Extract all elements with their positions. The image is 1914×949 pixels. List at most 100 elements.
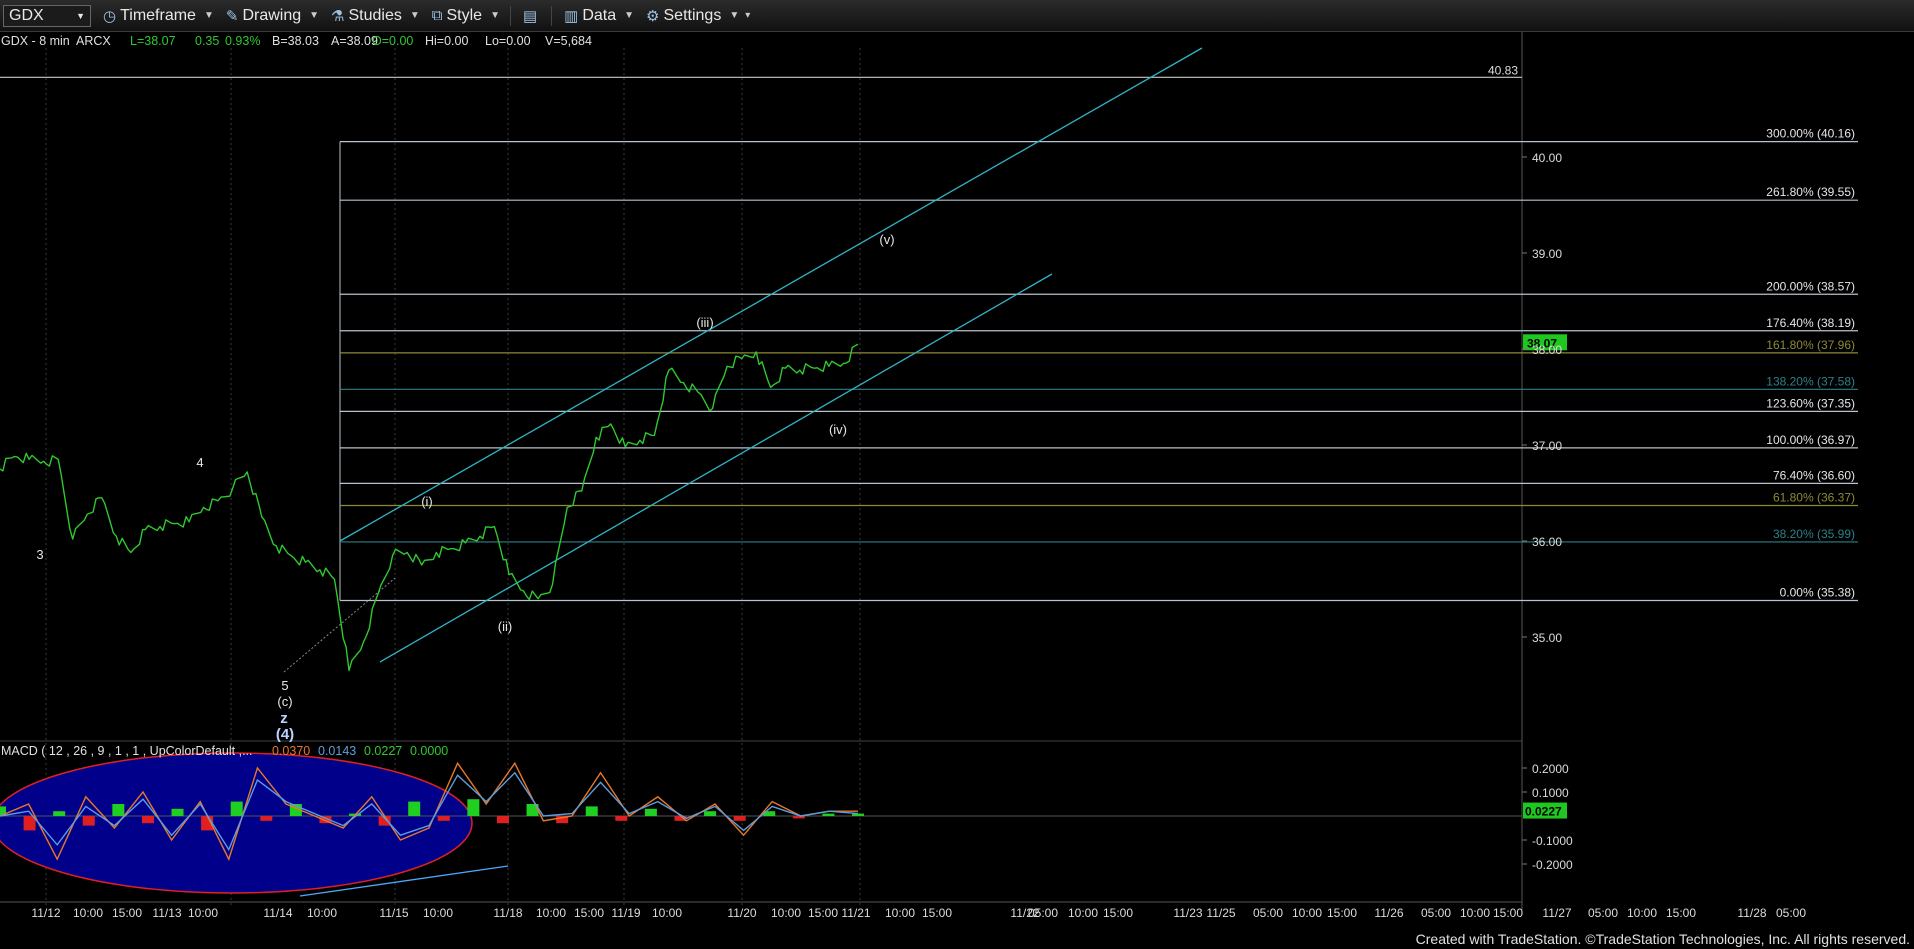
layout-button[interactable]: ▤ <box>523 7 541 25</box>
wave-label: (c) <box>277 694 292 709</box>
wave-label: 3 <box>36 547 43 562</box>
wave-label: 5 <box>281 678 288 693</box>
price-axis-label: 39.00 <box>1532 247 1562 261</box>
fib-label: 161.80% (37.96) <box>1766 338 1855 352</box>
price-axis-label: 38.00 <box>1532 343 1562 357</box>
time-axis-label: 10:00 <box>307 906 337 920</box>
divergence-ellipse <box>0 752 473 894</box>
wave-label: (ii) <box>498 619 512 634</box>
chevron-down-icon: ▼ <box>729 10 740 21</box>
time-axis-label: 11/18 <box>493 906 522 920</box>
chart-area[interactable]: 40.83 300.00% (40.16) 261.80% (39.55) 200.0… <box>0 32 1914 929</box>
time-axis-label: 11/23 <box>1173 906 1202 920</box>
macd-readout-2: 0.0143 <box>318 744 356 758</box>
timeframe-label: Timeframe <box>120 6 196 24</box>
macd-axis-label: -0.2000 <box>1532 858 1573 872</box>
style-menu[interactable]: ⧉ Style ▼ <box>432 7 500 25</box>
time-axis-label: 15:00 <box>808 906 838 920</box>
drawing-menu[interactable]: ✎ Drawing ▼ <box>226 7 319 25</box>
time-axis-label: 15:00 <box>1103 906 1133 920</box>
time-axis-label: 15:00 <box>574 906 604 920</box>
time-axis-label: 11/21 <box>841 906 870 920</box>
studies-label: Studies <box>348 6 402 24</box>
studies-menu[interactable]: ⚗ Studies ▼ <box>331 7 420 25</box>
price-axis-label: 36.00 <box>1532 535 1562 549</box>
time-axis-label: 10:00 <box>536 906 566 920</box>
time-axis-label: 11/20 <box>727 906 756 920</box>
header-last: L=38.07 <box>130 34 176 48</box>
layout-icon: ▤ <box>522 7 538 25</box>
macd-histogram-bar <box>822 813 835 816</box>
wave-label: (i) <box>421 494 433 509</box>
wave-label: z <box>280 710 288 727</box>
time-axis-label: 05:00 <box>1421 906 1451 920</box>
time-axis-label: 05:00 <box>1588 906 1618 920</box>
toolbar: GDX ▼ ◷ Timeframe ▼ ✎ Drawing ▼ ⚗ Studie… <box>0 0 1914 32</box>
data-menu[interactable]: ▥ Data ▼ <box>564 7 634 25</box>
chevron-down-icon: ▼ <box>76 10 85 21</box>
macd-histogram-bar <box>230 801 243 816</box>
fib-label: 100.00% (36.97) <box>1766 433 1855 447</box>
header-ask: A=38.09 <box>331 34 378 48</box>
price-axis-label: 35.00 <box>1532 631 1562 645</box>
fib-label: 123.60% (37.35) <box>1766 396 1855 410</box>
macd-readout-3: 0.0227 <box>364 744 402 758</box>
macd-axis-label: 0.1000 <box>1532 786 1569 800</box>
chevron-down-icon: ▼ <box>624 10 635 21</box>
time-axis-label: 10:00 <box>1460 906 1490 920</box>
fib-label: 138.20% (37.58) <box>1766 374 1855 388</box>
header-bid: B=38.03 <box>272 34 319 48</box>
macd-histogram-bar <box>615 816 628 821</box>
price-axis-label: 40.00 <box>1532 151 1562 165</box>
clock-icon: ◷ <box>103 7 117 25</box>
fib-label: 61.80% (36.37) <box>1773 490 1855 504</box>
timeframe-menu[interactable]: ◷ Timeframe ▼ <box>103 7 214 25</box>
time-axis-label: 10:00 <box>1627 906 1657 920</box>
symbol-input[interactable]: GDX ▼ <box>3 4 91 27</box>
macd-histogram-bar <box>585 806 598 816</box>
wave-label: (iii) <box>696 315 713 330</box>
fib-label: 176.40% (38.19) <box>1766 316 1855 330</box>
time-axis-label: 15:00 <box>1327 906 1357 920</box>
copyright-text: Created with TradeStation. ©TradeStation… <box>1415 931 1910 947</box>
price-axis-label: 37.00 <box>1532 439 1562 453</box>
chevron-down-icon: ▼ <box>203 10 214 21</box>
macd-histogram-bar <box>112 804 125 816</box>
header-open: O=0.00 <box>372 34 413 48</box>
macd-last-label: 0.0227 <box>1525 805 1562 819</box>
fib-label: 300.00% (40.16) <box>1766 127 1855 141</box>
pencil-icon: ✎ <box>225 7 239 25</box>
wave-label: 4 <box>196 455 203 470</box>
fib-label: 76.40% (36.60) <box>1773 468 1855 482</box>
style-icon: ⧉ <box>431 7 443 24</box>
time-axis-label: 10:00 <box>73 906 103 920</box>
chevron-down-icon: ▾ <box>745 10 751 21</box>
macd-histogram-bar <box>82 816 95 826</box>
style-label: Style <box>446 6 483 24</box>
macd-histogram-bar <box>260 816 273 821</box>
macd-histogram-bar <box>644 808 657 816</box>
macd-axis-label: 0.2000 <box>1532 762 1569 776</box>
wave-label: (v) <box>879 232 894 247</box>
time-axis-label: 10:00 <box>188 906 218 920</box>
time-axis-label: 15:00 <box>1493 906 1523 920</box>
header-symbol: GDX - 8 min ARCX <box>1 34 111 48</box>
time-axis-label: 11/14 <box>263 906 292 920</box>
settings-menu[interactable]: ⚙ Settings ▼ ▾ <box>646 7 750 25</box>
macd-histogram-bar <box>852 813 864 816</box>
time-axis-label: 11/26 <box>1374 906 1403 920</box>
time-axis-label: 11/13 <box>152 906 181 920</box>
macd-histogram-bar <box>704 811 717 816</box>
bar-chart-icon: ▥ <box>564 7 579 25</box>
time-axis-label: 11/25 <box>1206 906 1235 920</box>
wave-label: (4) <box>276 726 294 743</box>
footer: Created with TradeStation. ©TradeStation… <box>0 929 1914 949</box>
macd-histogram-bar <box>53 811 66 816</box>
macd-histogram-bar <box>496 816 509 824</box>
header-volume: V=5,684 <box>545 34 592 48</box>
macd-readout-1: 0.0370 <box>272 744 310 758</box>
fib-label: 200.00% (38.57) <box>1766 279 1855 293</box>
flask-icon: ⚗ <box>331 7 345 25</box>
macd-histogram-bar <box>792 816 805 819</box>
fib-label: 0.00% (35.38) <box>1780 586 1855 600</box>
